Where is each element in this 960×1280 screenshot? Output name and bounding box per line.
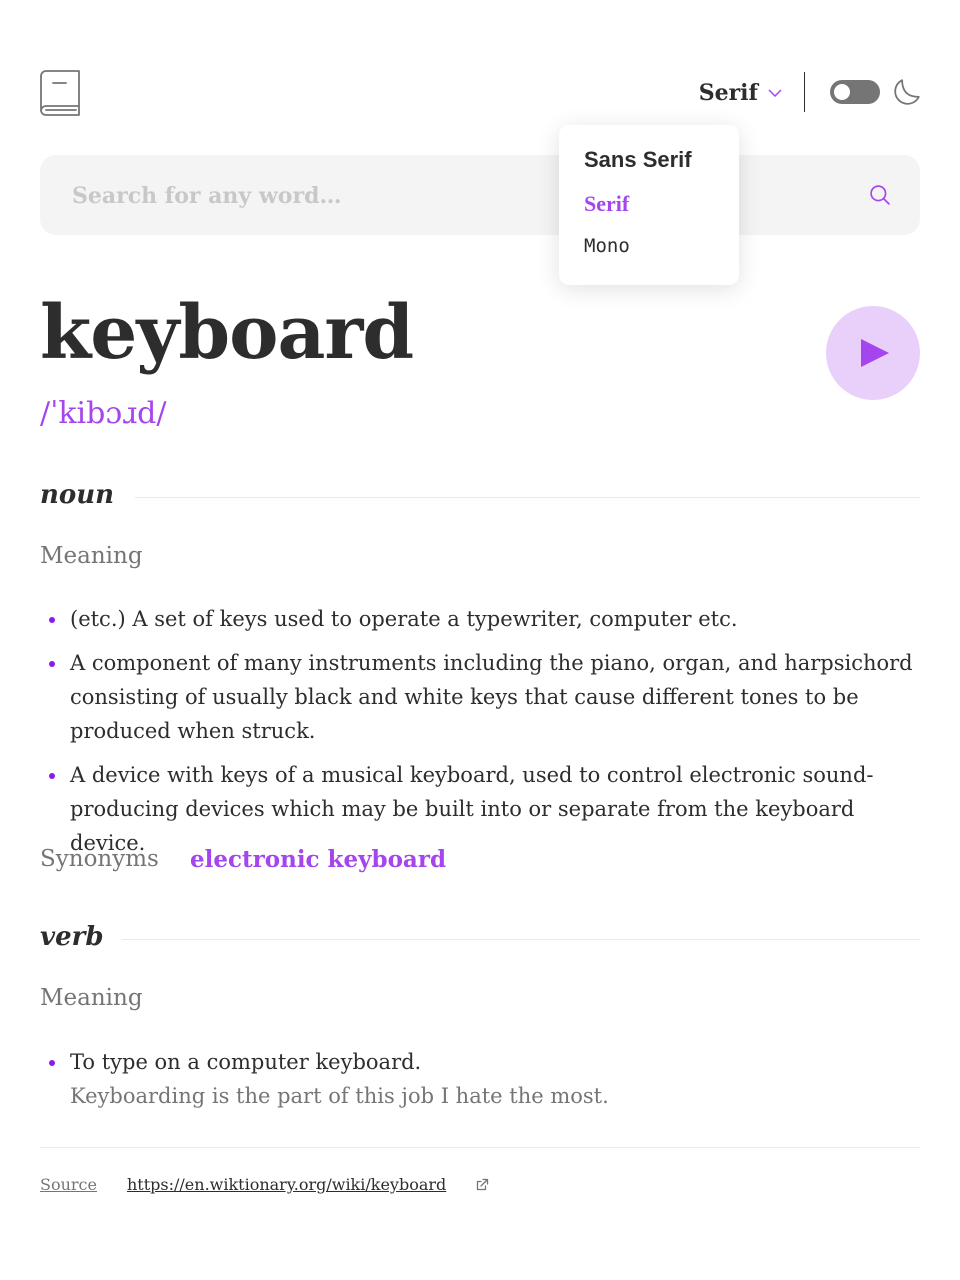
section-rule (135, 497, 920, 498)
source-label: Source (40, 1175, 97, 1194)
definition-item: A device with keys of a musical keyboard… (40, 758, 920, 860)
search-icon[interactable] (870, 185, 890, 205)
part-of-speech-noun: noun (40, 480, 115, 510)
play-icon (861, 339, 889, 367)
synonym-link[interactable]: electronic keyboard (190, 846, 446, 873)
search-bar (40, 155, 920, 237)
synonyms-row: Synonyms electronic keyboard (40, 846, 446, 873)
chevron-down-icon (768, 89, 782, 97)
definition-item: To type on a computer keyboard. Keyboard… (40, 1045, 920, 1113)
word-title: keyboard (40, 290, 414, 376)
footer-rule (40, 1147, 920, 1148)
synonyms-label: Synonyms (40, 846, 159, 872)
meaning-heading: Meaning (40, 543, 143, 569)
meaning-heading: Meaning (40, 985, 143, 1011)
definition-list: (etc.) A set of keys used to operate a t… (40, 602, 920, 870)
dictionary-page: Serif keyboard /ˈkibɔɹd/ noun (40, 0, 920, 1280)
section-rule (122, 939, 920, 940)
theme-toggle[interactable] (830, 80, 880, 104)
phonetic: /ˈkibɔɹd/ (40, 396, 167, 431)
definition-item: (etc.) A set of keys used to operate a t… (40, 602, 920, 636)
definition-text: To type on a computer keyboard. (70, 1050, 422, 1074)
font-selector[interactable]: Serif (699, 78, 782, 108)
header-divider (804, 72, 805, 112)
source-link[interactable]: https://en.wiktionary.org/wiki/keyboard (127, 1175, 446, 1194)
part-of-speech-verb: verb (40, 922, 104, 952)
font-option-mono[interactable]: Mono (584, 235, 630, 257)
definition-example: Keyboarding is the part of this job I ha… (70, 1084, 609, 1108)
font-dropdown: Sans Serif Serif Mono (559, 125, 739, 285)
definition-item: A component of many instruments includin… (40, 646, 920, 748)
book-icon[interactable] (40, 70, 80, 116)
external-link-icon[interactable] (475, 1178, 489, 1192)
font-option-serif[interactable]: Serif (584, 191, 629, 217)
font-selector-label: Serif (698, 80, 758, 106)
moon-icon[interactable] (894, 79, 920, 105)
header: Serif (40, 70, 920, 116)
font-option-sans-serif[interactable]: Sans Serif (584, 147, 692, 173)
toggle-knob (834, 84, 850, 100)
play-button[interactable] (826, 306, 920, 400)
definition-list: To type on a computer keyboard. Keyboard… (40, 1045, 920, 1123)
